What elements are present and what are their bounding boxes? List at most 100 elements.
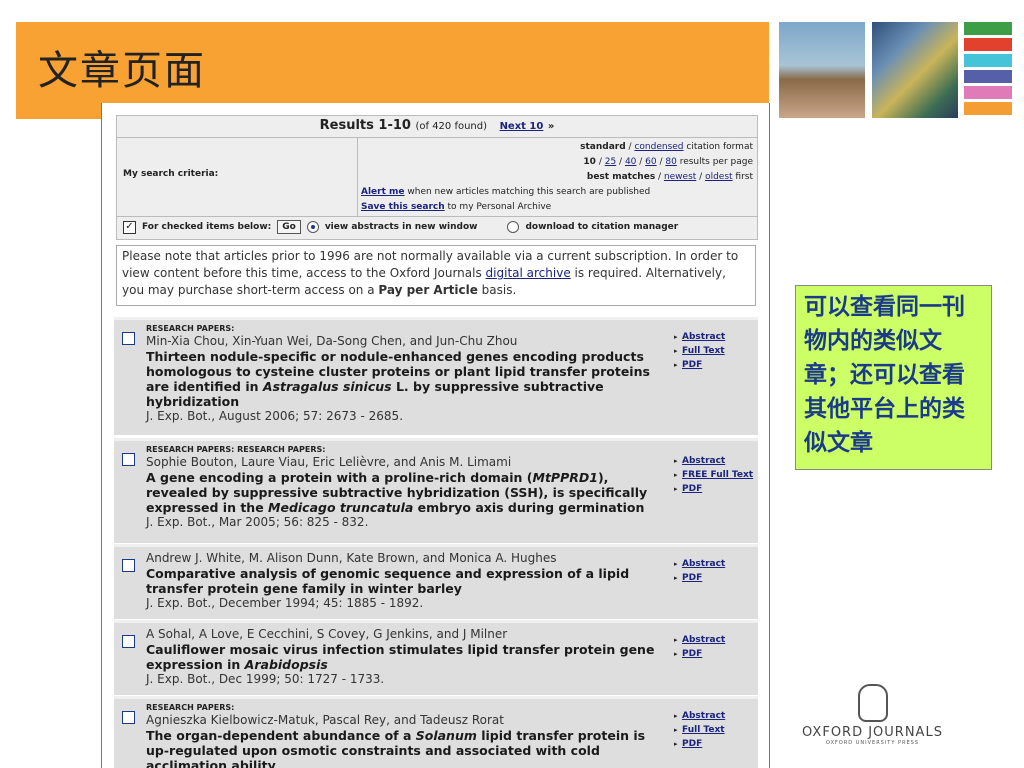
divider [357,137,358,216]
result-checkbox[interactable] [122,332,135,345]
orange-stripe [964,102,1012,115]
result-citation: J. Exp. Bot., August 2006; 57: 2673 - 26… [146,409,404,423]
stained-glass-photo [872,22,958,118]
divider [117,216,757,217]
sort-newest-link[interactable]: newest [664,172,696,182]
full-text-link[interactable]: Full Text [682,725,725,735]
divider [117,137,757,138]
citation-format-row: standard / condensed citation format [361,140,753,155]
save-row: Save this search to my Personal Archive [361,200,753,215]
go-button[interactable]: Go [277,220,301,234]
result-authors: Andrew J. White, M. Alison Dunn, Kate Br… [146,551,557,565]
title-italic: Medicago truncatula [268,500,414,515]
result-title[interactable]: Thirteen nodule-specific or nodule-enhan… [146,349,666,409]
next-arrow-icon: » [547,121,555,132]
abstract-link[interactable]: Abstract [682,635,725,645]
title-italic: Astragalus sinicus [262,379,392,394]
result-title[interactable]: A gene encoding a protein with a proline… [146,470,666,515]
result-links: Abstract Full Text PDF [674,330,754,372]
result-title[interactable]: Cauliflower mosaic virus infection stimu… [146,642,666,672]
pdf-link[interactable]: PDF [682,360,702,370]
sort-suffix: first [732,172,753,182]
per-page-40-link[interactable]: 40 [625,157,636,167]
result-title[interactable]: The organ-dependent abundance of a Solan… [146,728,666,768]
result-authors: Min-Xia Chou, Xin-Yuan Wei, Da-Song Chen… [146,334,518,348]
pdf-link[interactable]: PDF [682,739,702,749]
annotation-callout: 可以查看同一刊物内的类似文章；还可以查看其他平台上的类似文章 [795,285,992,470]
result-item: RESEARCH PAPERS: Agnieszka Kielbowicz-Ma… [114,696,758,768]
title-text: Cauliflower mosaic virus infection stimu… [146,642,655,672]
result-item: A Sohal, A Love, E Cecchini, S Covey, G … [114,620,758,695]
view-abstracts-label: view abstracts in new window [324,222,478,232]
results-range: Results 1-10 [319,118,411,133]
save-text: to my Personal Archive [444,202,552,212]
select-all-checkbox[interactable]: ✓ [123,220,136,234]
free-full-text-link[interactable]: FREE Full Text [682,470,753,480]
result-title[interactable]: Comparative analysis of genomic sequence… [146,566,666,596]
digital-archive-link[interactable]: digital archive [486,266,571,280]
blue-stripe [964,70,1012,83]
result-checkbox[interactable] [122,559,135,572]
per-page-suffix: results per page [676,157,753,167]
result-citation: J. Exp. Bot., December 1994; 45: 1885 - … [146,596,424,610]
archive-notice: Please note that articles prior to 1996 … [116,245,756,306]
abstract-link[interactable]: Abstract [682,559,725,569]
result-links: Abstract FREE Full Text PDF [674,454,754,496]
result-authors: Sophie Bouton, Laure Viau, Eric Lelièvre… [146,455,512,469]
title-italic: MtPPRD1 [532,470,598,485]
full-text-link[interactable]: Full Text [682,346,725,356]
result-checkbox[interactable] [122,635,135,648]
results-summary-panel: Results 1-10 (of 420 found) Next 10 » My… [116,115,758,240]
abstract-link[interactable]: Abstract [682,711,725,721]
result-checkbox[interactable] [122,711,135,724]
sort-row: best matches / newest / oldest first [586,172,753,182]
download-citation-radio[interactable] [507,221,520,233]
alert-text: when new articles matching this search a… [404,187,651,197]
next-10-link[interactable]: Next 10 [500,121,544,132]
per-page-current: 10 [583,157,596,167]
result-section: RESEARCH PAPERS: RESEARCH PAPERS: [146,445,326,454]
format-condensed-link[interactable]: condensed [634,142,683,152]
result-body: A Sohal, A Love, E Cecchini, S Covey, G … [146,627,666,687]
abstract-link[interactable]: Abstract [682,332,725,342]
logo-name: OXFORD JOURNALS [802,725,943,740]
checked-items-label: For checked items below: [142,222,272,232]
result-links: Abstract PDF [674,557,754,585]
green-stripe [964,22,1012,35]
result-body: RESEARCH PAPERS: Min-Xia Chou, Xin-Yuan … [146,324,666,424]
result-citation: J. Exp. Bot., Dec 1999; 50: 1727 - 1733. [146,672,385,686]
result-authors: Agnieszka Kielbowicz-Matuk, Pascal Rey, … [146,713,504,727]
result-body: RESEARCH PAPERS: Agnieszka Kielbowicz-Ma… [146,703,666,768]
callout-text: 可以查看同一刊物内的类似文章；还可以查看其他平台上的类似文章 [804,294,965,456]
result-item: Andrew J. White, M. Alison Dunn, Kate Br… [114,544,758,619]
results-found: (of 420 found) [415,121,488,132]
download-citation-label: download to citation manager [525,222,679,232]
red-stripe [964,38,1012,51]
per-page-25-link[interactable]: 25 [605,157,616,167]
pdf-link[interactable]: PDF [682,573,702,583]
result-section: RESEARCH PAPERS: [146,324,235,333]
notice-text: basis. [477,283,517,297]
search-criteria-label: My search criteria: [123,169,219,179]
result-item: RESEARCH PAPERS: RESEARCH PAPERS: Sophie… [114,438,758,543]
view-abstracts-radio[interactable] [306,221,319,233]
pdf-link[interactable]: PDF [682,649,702,659]
result-links: Abstract Full Text PDF [674,709,754,751]
per-page-80-link[interactable]: 80 [665,157,676,167]
results-heading: Results 1-10 (of 420 found) Next 10 » [117,118,757,136]
per-page-60-link[interactable]: 60 [645,157,656,167]
result-body: Andrew J. White, M. Alison Dunn, Kate Br… [146,551,666,611]
save-search-link[interactable]: Save this search [361,202,445,212]
result-checkbox[interactable] [122,453,135,466]
title-text: embryo axis during germination [413,500,645,515]
slide-title: 文章页面 [38,48,206,94]
plant-hands-photo [779,22,865,118]
result-links: Abstract PDF [674,633,754,661]
sort-oldest-link[interactable]: oldest [705,172,732,182]
abstract-link[interactable]: Abstract [682,456,725,466]
pdf-link[interactable]: PDF [682,484,702,494]
title-italic: Solanum [415,728,477,743]
alert-me-link[interactable]: Alert me [361,187,405,197]
title-text: The organ-dependent abundance of a [146,728,416,743]
result-authors: A Sohal, A Love, E Cecchini, S Covey, G … [146,627,508,641]
